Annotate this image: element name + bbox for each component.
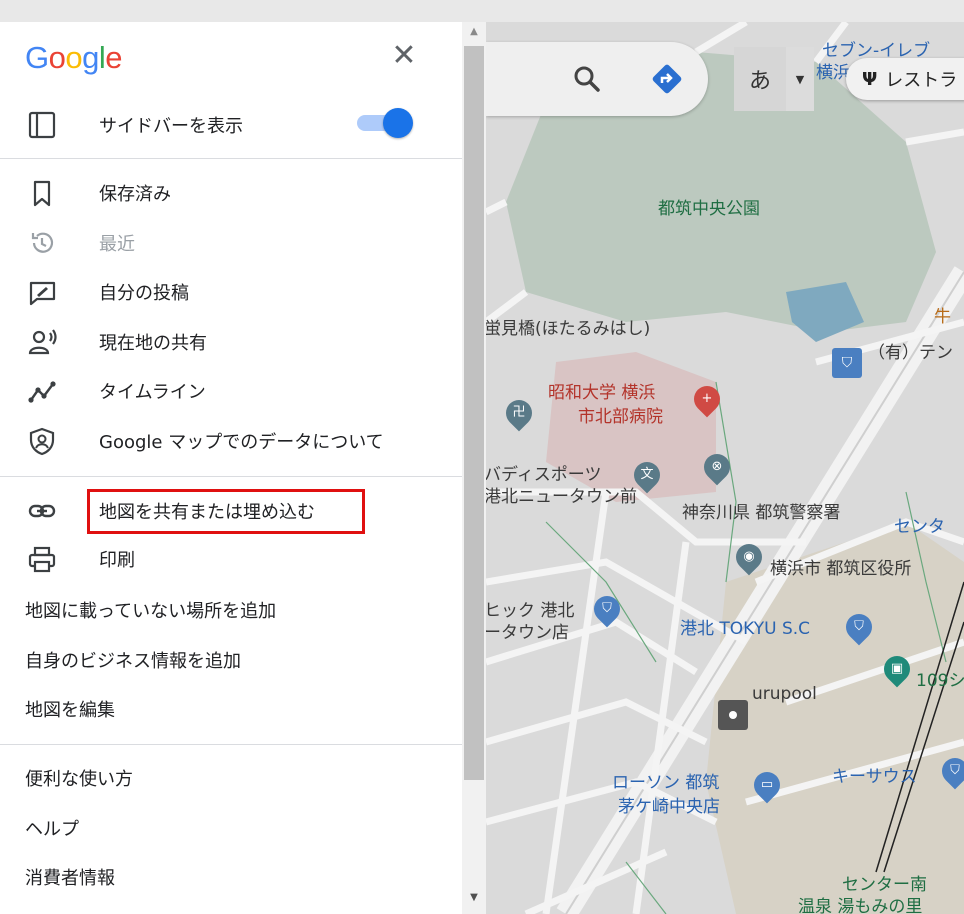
- map-label-shop-2: ータウン店: [486, 623, 569, 643]
- history-icon: [26, 227, 58, 259]
- map-label-ushi: 牛: [934, 307, 951, 327]
- menu-link[interactable]: ヘルプ: [25, 815, 79, 841]
- map-label-hospital-2: 市北部病院: [578, 407, 663, 427]
- restaurant-chip[interactable]: Ψ レストラ: [846, 58, 964, 100]
- sidebar-toggle-label: サイドバーを表示: [99, 116, 243, 137]
- map-label-onsen: 温泉 湯もみの里: [798, 897, 923, 914]
- map-canvas[interactable]: 都筑中央公園 蛍見橋(ほたるみはし) 昭和大学 横浜 市北部病院 + 卍 バディ…: [486, 22, 964, 914]
- menu-link[interactable]: 自身のビジネス情報を追加: [25, 647, 241, 673]
- menu-divider: [0, 476, 462, 477]
- map-label-ward-office: 横浜市 都筑区役所: [770, 559, 912, 579]
- map-label-police: 神奈川県 都筑警察署: [682, 503, 841, 523]
- side-menu: Google ✕ サイドバーを表示 保存済み最近自分の投稿現在地の共有 タイムライ…: [0, 22, 462, 914]
- menu-item[interactable]: 現在地の共有: [0, 320, 462, 364]
- logo-letter: o: [65, 40, 83, 75]
- ward-office-pin-icon[interactable]: ◉: [730, 538, 768, 576]
- menu-item-label: Google マップでのデータについて: [99, 432, 384, 453]
- logo-letter: g: [82, 40, 99, 75]
- map-label-cinema: 109シ: [916, 671, 964, 691]
- menu-item-label: タイムライン: [99, 382, 206, 404]
- menu-item-label: 印刷: [99, 550, 135, 571]
- convenience-store-pin-icon[interactable]: ▭: [748, 766, 786, 804]
- print-icon: [26, 543, 58, 575]
- google-logo: Google: [25, 40, 123, 76]
- menu-divider: [0, 744, 462, 745]
- map-label-kisaus: キーサウス: [832, 767, 917, 787]
- sidebar-icon: [26, 109, 58, 141]
- map-label-bridge: 蛍見橋(ほたるみはし): [486, 319, 651, 339]
- menu-item-label: 自分の投稿: [99, 283, 189, 305]
- bookmark-icon: [26, 177, 58, 209]
- menu-link[interactable]: 消費者情報: [25, 864, 115, 890]
- menu-divider: [0, 158, 462, 159]
- search-icon[interactable]: [570, 62, 604, 96]
- scroll-down-arrow-icon[interactable]: ▼: [462, 892, 486, 908]
- hospital-pin-icon[interactable]: +: [688, 380, 726, 418]
- ime-mode-button[interactable]: あ: [734, 47, 786, 111]
- menu-item[interactable]: 印刷: [0, 537, 462, 581]
- map-label-lawson-1: ローソン 都筑: [612, 773, 720, 793]
- map-label-hospital-1: 昭和大学 横浜: [548, 383, 656, 403]
- link-icon: [26, 495, 58, 527]
- map-label-seven-2: 横浜: [816, 63, 850, 83]
- logo-letter: e: [105, 40, 123, 75]
- logo-letter: o: [48, 40, 66, 75]
- ime-dropdown-arrow[interactable]: ▼: [786, 47, 814, 111]
- menu-item[interactable]: 保存済み: [0, 171, 462, 215]
- close-icon[interactable]: ✕: [388, 40, 420, 72]
- pool-marker-icon[interactable]: [718, 700, 748, 730]
- scroll-up-arrow-icon[interactable]: ▲: [462, 26, 486, 42]
- logo-letter: G: [25, 40, 49, 75]
- menu-item[interactable]: 自分の投稿: [0, 270, 462, 314]
- shopping-pin-icon[interactable]: ⛉: [588, 590, 626, 628]
- shield-icon: [26, 425, 58, 457]
- menu-item-label: 現在地の共有: [99, 332, 207, 354]
- school-pin-icon[interactable]: 文: [628, 456, 666, 494]
- timeline-icon: [26, 375, 58, 407]
- menu-item-label: 保存済み: [99, 184, 171, 205]
- map-label-lawson-2: 茅ケ崎中央店: [618, 797, 720, 817]
- location-sharing-icon: [26, 326, 58, 358]
- sidebar-toggle-switch[interactable]: [357, 108, 415, 138]
- temple-pin-icon[interactable]: 卍: [500, 394, 538, 432]
- menu-link[interactable]: 地図を編集: [25, 696, 115, 722]
- directions-icon[interactable]: [648, 60, 686, 98]
- menu-item[interactable]: Google マップでのデータについて: [0, 419, 462, 463]
- fork-knife-icon: Ψ: [862, 68, 878, 90]
- mall-pin-icon[interactable]: ⛉: [840, 608, 878, 646]
- menu-item-label: 最近: [99, 233, 135, 255]
- map-label-tokyu: 港北 TOKYU S.C: [680, 619, 811, 639]
- map-label-sports-2: 港北ニュータウン前: [486, 487, 637, 507]
- toggle-knob: [383, 108, 413, 138]
- police-pin-icon[interactable]: ⊗: [698, 448, 736, 486]
- contribution-icon: [26, 276, 58, 308]
- map-label-pool: urupool: [752, 684, 817, 704]
- browser-top-bar: [0, 0, 964, 23]
- menu-link[interactable]: 地図に載っていない場所を追加: [25, 597, 276, 623]
- scroll-thumb[interactable]: [464, 46, 484, 780]
- shop-square-icon[interactable]: ⛉: [832, 348, 862, 378]
- menu-item[interactable]: タイムライン: [0, 369, 462, 413]
- menu-item[interactable]: 最近: [0, 221, 462, 265]
- menu-scrollbar[interactable]: ▲ ▼: [462, 22, 486, 914]
- menu-link[interactable]: 便利な使い方: [25, 765, 133, 791]
- map-label-center-r: センタ: [894, 517, 945, 537]
- annotation-highlight-box: [87, 489, 365, 534]
- map-label-yu-te: （有）テン: [868, 343, 953, 363]
- cinema-pin-icon[interactable]: ▣: [878, 650, 916, 688]
- map-label-park: 都筑中央公園: [658, 199, 760, 219]
- restaurant-chip-label: レストラ: [885, 70, 958, 91]
